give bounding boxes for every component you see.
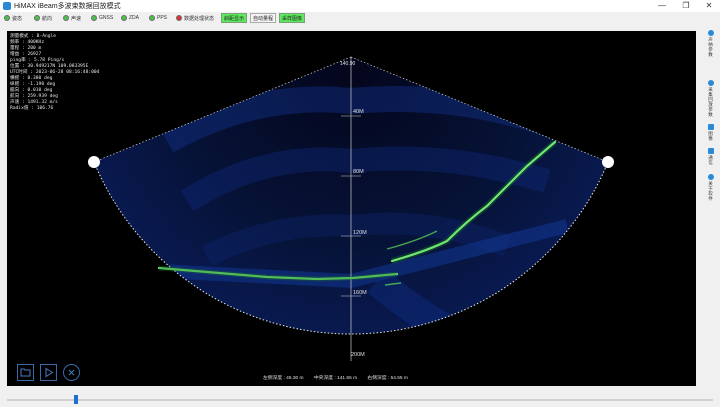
sidebar-item-playback-params[interactable]: 采集回放参数 (701, 80, 720, 117)
image-icon (707, 124, 714, 130)
close-button[interactable]: ✕ (699, 0, 719, 12)
sidebar-item-image[interactable]: 图像 (701, 124, 720, 141)
status-sound-velocity: 声速 (63, 13, 81, 23)
center-depth: 中央深度 : 141.65 m (313, 376, 358, 381)
info-panel: 测量模式 : B-Angle 频率 : 400KHz 量程 : 200 m 增益… (10, 34, 99, 112)
settings-icon (707, 80, 714, 86)
scale-top-label: 140.90 (340, 61, 356, 67)
gear-icon (707, 30, 714, 36)
right-depth: 右侧深度 : 54.55 m (367, 376, 408, 381)
app-icon (3, 2, 11, 10)
led-icon (176, 15, 182, 21)
playback-slider-thumb[interactable] (74, 395, 79, 404)
led-icon (34, 15, 40, 21)
sidebar-item-communication[interactable]: 通信 (701, 148, 720, 165)
play-icon (45, 367, 54, 378)
scale-tick-label: 160M (353, 290, 367, 296)
info-line: Radix值 : 106.76 (10, 106, 54, 111)
playback-bar (0, 390, 720, 407)
sonar-display[interactable]: 测量模式 : B-Angle 频率 : 400KHz 量程 : 200 m 增益… (7, 31, 696, 386)
minimize-button[interactable]: — (652, 0, 672, 12)
maximize-button[interactable]: ❐ (676, 0, 696, 12)
scale-tick-label: 80M (353, 169, 364, 175)
led-icon (63, 15, 69, 21)
info-icon (707, 174, 714, 180)
status-data-processing: 数据处理状态 (176, 13, 214, 23)
starboard-handle[interactable] (602, 156, 614, 168)
slant-display-button[interactable]: 斜距显示 (221, 13, 248, 23)
toolbar: 姿态 航向 声速 GNSS ZDA PPS 数据处理状态 斜距显示 自动量程 采… (0, 12, 720, 25)
status-zda: ZDA (121, 13, 139, 23)
scale-tick-label: 40M (353, 109, 364, 115)
play-button[interactable] (40, 364, 57, 381)
status-attitude: 姿态 (4, 13, 22, 23)
status-heading: 航向 (34, 13, 52, 23)
playback-track[interactable] (7, 399, 713, 401)
open-folder-button[interactable] (17, 364, 34, 381)
led-icon (121, 15, 127, 21)
sample-image-button[interactable]: 采样图像 (279, 13, 306, 23)
status-pps: PPS (149, 13, 167, 23)
led-icon (91, 15, 97, 21)
window-title: HiMAX iBeam多波束数据回放模式 (14, 3, 121, 10)
sonar-fan (88, 56, 614, 361)
stop-button[interactable] (63, 364, 80, 381)
sidebar-item-sonar-params[interactable]: 声纳参数 (701, 30, 720, 57)
depth-readouts: 左侧深度 : 45.30 m 中央深度 : 141.65 m 右侧深度 : 54… (263, 374, 417, 381)
left-depth: 左侧深度 : 45.30 m (263, 376, 304, 381)
scale-tick-label: 200M (351, 352, 365, 358)
scale-tick-label: 120M (353, 230, 367, 236)
led-icon (149, 15, 155, 21)
port-handle[interactable] (88, 156, 100, 168)
led-icon (4, 15, 10, 21)
folder-icon (20, 368, 31, 377)
right-sidebar: 声纳参数 采集回放参数 图像 通信 关于软件 (701, 28, 720, 388)
auto-range-button[interactable]: 自动量程 (250, 13, 277, 23)
sidebar-item-about[interactable]: 关于软件 (701, 174, 720, 201)
close-circle-icon (68, 369, 75, 376)
status-gnss: GNSS (91, 13, 113, 23)
chat-icon (707, 148, 714, 154)
